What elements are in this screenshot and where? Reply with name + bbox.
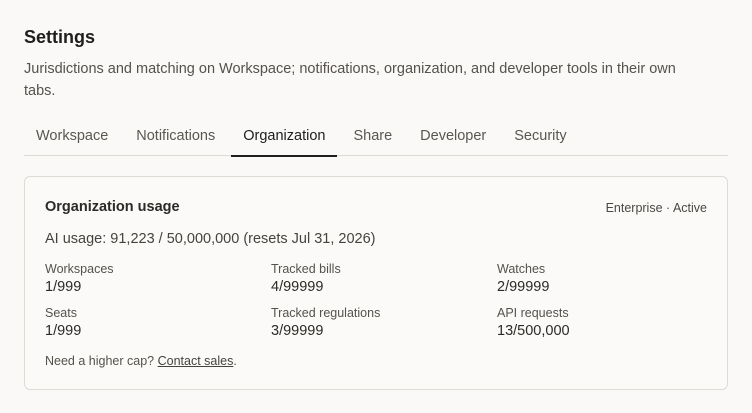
usage-stats-grid: Workspaces 1/999 Tracked bills 4/99999 W… <box>45 262 725 342</box>
tab-notifications[interactable]: Notifications <box>124 116 227 156</box>
stat-value: 1/999 <box>45 279 82 295</box>
settings-page: Settings Jurisdictions and matching on W… <box>0 0 752 413</box>
stat-value: 2/99999 <box>497 279 550 295</box>
usage-footer: Need a higher cap? Contact sales. <box>45 354 237 368</box>
stat-label: Watches <box>497 262 546 276</box>
stat-value: 13/500,000 <box>497 323 570 339</box>
stat-tracked-regulations: Tracked regulations 3/99999 <box>271 306 497 342</box>
stat-seats: Seats 1/999 <box>45 306 271 342</box>
stat-value: 1/999 <box>45 323 82 339</box>
stat-label: Workspaces <box>45 262 114 276</box>
stat-value: 3/99999 <box>271 323 324 339</box>
stat-label: Tracked regulations <box>271 306 381 320</box>
contact-sales-link[interactable]: Contact sales <box>158 354 234 368</box>
stat-api-requests: API requests 13/500,000 <box>497 306 697 342</box>
organization-usage-card: Organization usage Enterprise · Active A… <box>24 176 728 390</box>
plan-status-badge: Enterprise · Active <box>605 201 707 215</box>
card-title: Organization usage <box>45 199 180 215</box>
footer-end: . <box>233 354 237 368</box>
stat-label: Seats <box>45 306 77 320</box>
stat-watches: Watches 2/99999 <box>497 262 697 298</box>
tab-security[interactable]: Security <box>502 116 578 156</box>
stat-value: 4/99999 <box>271 279 324 295</box>
tab-organization[interactable]: Organization <box>231 116 338 157</box>
stat-tracked-bills: Tracked bills 4/99999 <box>271 262 497 298</box>
tab-developer[interactable]: Developer <box>408 116 498 156</box>
settings-tabs: Workspace Notifications Organization Sha… <box>24 116 728 157</box>
page-subtitle: Jurisdictions and matching on Workspace;… <box>24 61 676 99</box>
stat-label: API requests <box>497 306 569 320</box>
tab-share[interactable]: Share <box>341 116 404 156</box>
ai-usage-text: AI usage: 91,223 / 50,000,000 (resets Ju… <box>45 231 376 247</box>
page-title: Settings <box>24 27 96 47</box>
stat-workspaces: Workspaces 1/999 <box>45 262 271 298</box>
stat-label: Tracked bills <box>271 262 341 276</box>
footer-text: Need a higher cap? <box>45 354 158 368</box>
tab-workspace[interactable]: Workspace <box>24 116 120 156</box>
